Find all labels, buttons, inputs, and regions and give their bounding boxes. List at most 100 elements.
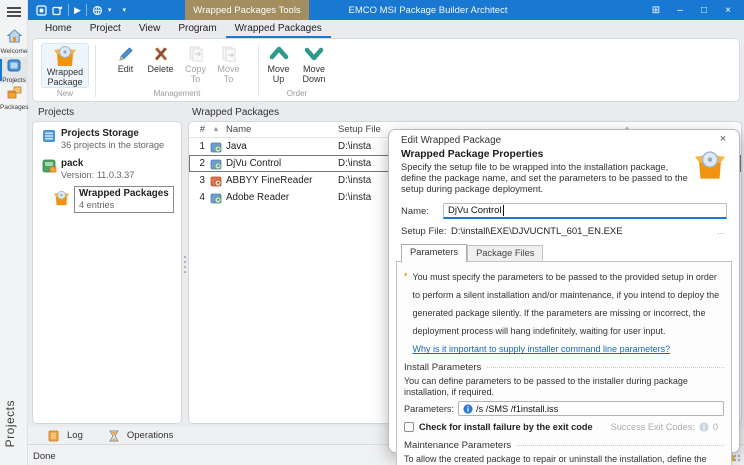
wrapped-package-button[interactable]: Wrapped Package <box>41 43 89 88</box>
install-parameters-section: Install Parameters <box>404 362 724 373</box>
delete-button[interactable]: Delete <box>143 43 179 75</box>
resize-grip[interactable] <box>734 455 742 463</box>
refresh-icon[interactable] <box>52 5 63 16</box>
dialog-tab-strip: Parameters Package Files <box>389 244 739 261</box>
group-label-new: New <box>37 89 93 101</box>
name-row: Name: DjVu Control <box>389 203 739 219</box>
tree-item-pack[interactable]: pack Version: 11.0.3.37 <box>41 158 134 180</box>
dialog-close-icon[interactable]: × <box>716 133 730 145</box>
name-label: Name: <box>401 206 443 217</box>
dialog-header: Wrapped Package Properties Specify the s… <box>389 146 739 194</box>
save-icon[interactable] <box>36 5 47 16</box>
minimize-icon[interactable]: – <box>668 5 692 16</box>
sidebar-item-welcome[interactable]: Welcome <box>0 27 28 56</box>
move-down-button[interactable]: Move Down <box>296 43 332 84</box>
group-separator <box>95 45 96 97</box>
log-tab[interactable]: Log <box>38 428 93 443</box>
qat-customize-icon[interactable]: ▾ <box>122 6 126 15</box>
wrapped-packages-node-icon <box>53 190 70 206</box>
parameters-row: Parameters: /s /SMS /f1install.iss <box>404 401 724 416</box>
browse-button[interactable]: ... <box>715 226 727 237</box>
quick-access-toolbar: ▶ ▾ ▾ <box>36 0 126 20</box>
packages-icon <box>7 86 22 99</box>
warning-block: You must specify the parameters to be pa… <box>404 267 724 357</box>
tree-selection-box: Wrapped Packages 4 entries <box>74 186 174 213</box>
chevron-down-icon <box>304 44 324 64</box>
maximize-icon[interactable]: □ <box>692 5 716 16</box>
setup-file-row: Setup File: D:\install\EXE\DJVUCNTL_601_… <box>389 226 739 237</box>
panel-footer-label: Projects <box>3 400 17 447</box>
globe-icon[interactable] <box>92 5 103 16</box>
wrapped-package-icon <box>53 45 77 67</box>
tree-item-wrapped-packages[interactable]: Wrapped Packages 4 entries <box>53 186 174 213</box>
ribbon: Wrapped Package New Edit Delete <box>32 38 740 102</box>
dialog-title: Edit Wrapped Package <box>401 135 501 146</box>
edit-wrapped-package-dialog: Edit Wrapped Package × Wrapped Package P… <box>388 129 740 453</box>
panel-splitter[interactable] <box>183 256 186 282</box>
warning-text: You must specify the parameters to be pa… <box>412 272 719 336</box>
column-header-name[interactable]: Name <box>226 124 338 135</box>
wrapped-package-dialog-icon <box>693 150 727 180</box>
text-caret <box>503 205 504 216</box>
package-setup-icon <box>210 141 222 153</box>
activity-sidebar: Welcome Projects Packages Projects <box>0 0 28 465</box>
sidebar-item-projects[interactable]: Projects <box>0 57 28 83</box>
operations-tab[interactable]: Operations <box>99 428 183 443</box>
setup-file-value: D:\install\EXE\DJVUCNTL_601_EN.EXE <box>451 226 715 237</box>
tree-item-projects-storage[interactable]: Projects Storage 36 projects in the stor… <box>41 128 164 150</box>
packages-panel-title: Wrapped Packages <box>192 107 279 118</box>
tab-package-files[interactable]: Package Files <box>467 245 543 261</box>
info-icon-disabled <box>699 422 709 432</box>
globe-dropdown-icon[interactable]: ▾ <box>108 6 112 15</box>
menu-icon[interactable] <box>7 7 21 17</box>
pencil-icon <box>116 44 136 64</box>
sidebar-item-packages[interactable]: Packages <box>0 84 28 111</box>
sort-ascending-icon[interactable]: ▲ <box>206 126 226 133</box>
log-icon <box>48 430 59 442</box>
close-icon[interactable]: × <box>716 5 740 16</box>
info-icon <box>463 404 473 414</box>
edit-button[interactable]: Edit <box>110 43 142 75</box>
tab-parameters[interactable]: Parameters <box>401 244 467 262</box>
ribbon-group-management: Edit Delete Copy To Move To Man <box>98 41 256 101</box>
status-text: Done <box>33 451 56 462</box>
success-exit-codes-label: Success Exit Codes: <box>611 422 695 432</box>
exit-code-checkbox[interactable] <box>404 422 414 432</box>
window-title: EMCO MSI Package Builder Architect <box>328 0 528 20</box>
contextual-tab-wrapped-packages-tools[interactable]: Wrapped Packages Tools <box>185 0 309 20</box>
warning-link[interactable]: Why is it important to supply installer … <box>412 344 670 354</box>
hourglass-icon <box>109 430 119 442</box>
move-to-button[interactable]: Move To <box>213 43 245 84</box>
chevron-up-icon <box>269 44 289 64</box>
run-icon[interactable]: ▶ <box>74 6 81 15</box>
parameters-tab-content: You must specify the parameters to be pa… <box>396 261 732 465</box>
parameters-input[interactable]: /s /SMS /f1install.iss <box>458 401 724 416</box>
toolbar-separator <box>68 4 69 16</box>
dialog-heading: Wrapped Package Properties <box>401 149 727 160</box>
app-window: ▶ ▾ ▾ Wrapped Packages Tools EMCO MSI Pa… <box>0 0 744 465</box>
window-controls: ⊞ – □ × <box>644 0 740 20</box>
install-parameters-desc: You can define parameters to be passed t… <box>404 376 724 397</box>
dialog-title-bar: Edit Wrapped Package × <box>389 130 739 146</box>
copy-to-button[interactable]: Copy To <box>180 43 212 84</box>
move-to-icon <box>219 44 239 64</box>
project-icon <box>41 158 57 174</box>
tab-home[interactable]: Home <box>36 21 81 38</box>
ribbon-group-new: Wrapped Package New <box>37 41 93 101</box>
package-setup-icon <box>210 192 222 204</box>
setup-file-label: Setup File: <box>401 226 447 237</box>
warning-icon <box>404 268 407 280</box>
column-header-num[interactable]: # <box>189 124 206 135</box>
home-icon <box>7 29 22 43</box>
group-separator <box>258 45 259 97</box>
tab-view[interactable]: View <box>130 21 170 38</box>
name-input[interactable]: DjVu Control <box>443 203 727 219</box>
title-bar: ▶ ▾ ▾ Wrapped Packages Tools EMCO MSI Pa… <box>28 0 744 20</box>
tab-wrapped-packages[interactable]: Wrapped Packages <box>226 21 331 38</box>
move-up-button[interactable]: Move Up <box>262 43 295 84</box>
ribbon-tab-strip: Home Project View Program Wrapped Packag… <box>36 21 331 38</box>
tab-program[interactable]: Program <box>169 21 225 38</box>
tab-project[interactable]: Project <box>81 21 130 38</box>
window-options-icon[interactable]: ⊞ <box>644 5 668 16</box>
maintenance-parameters-section: Maintenance Parameters <box>404 440 724 451</box>
